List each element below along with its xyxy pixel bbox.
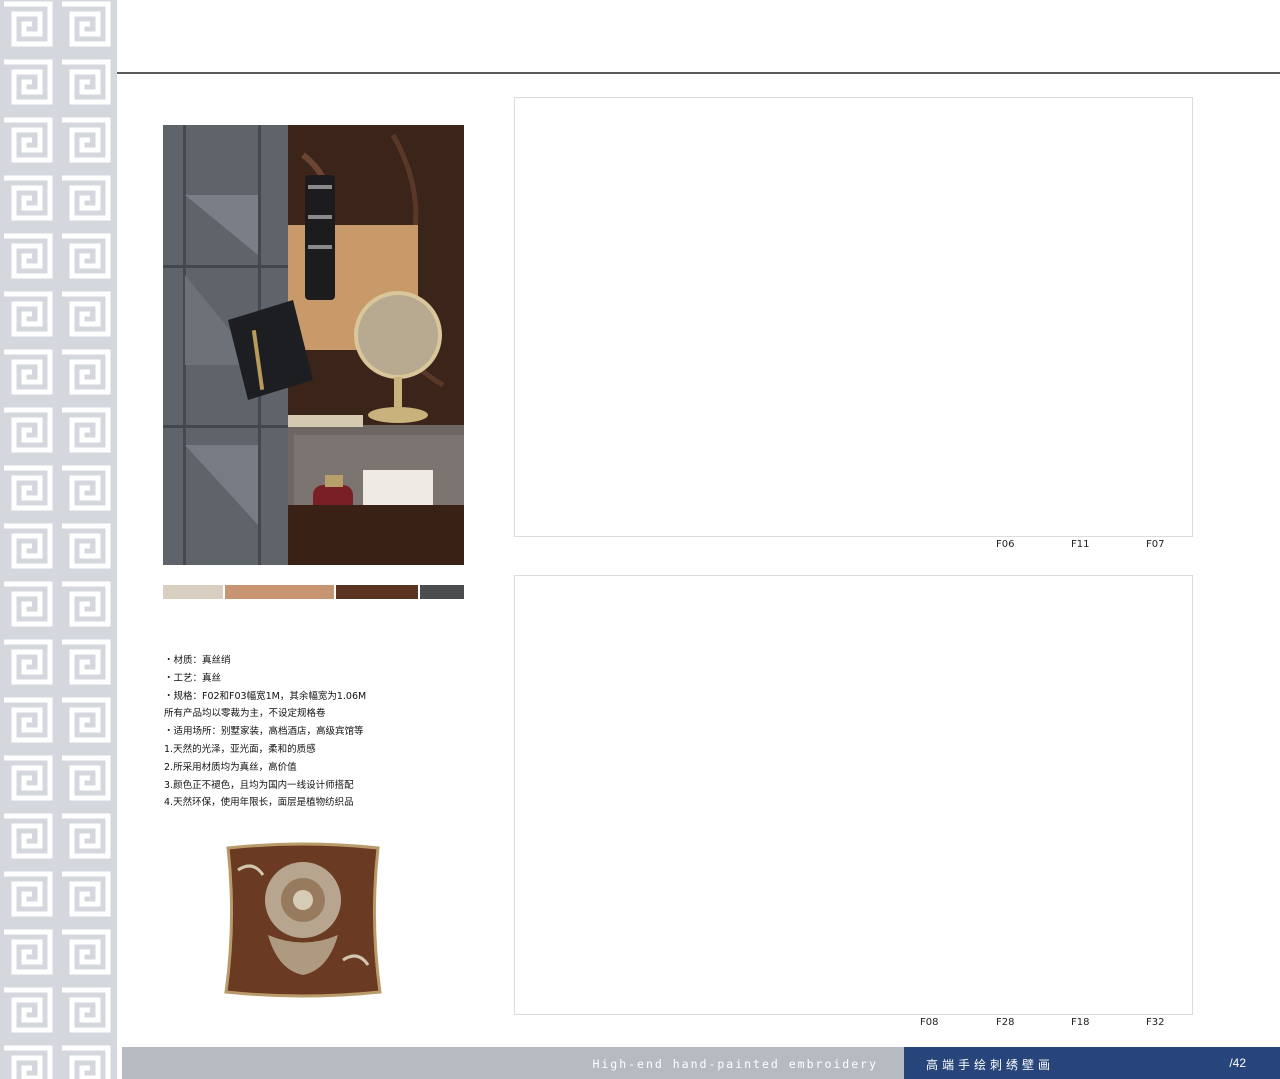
spec-feature-1: 1.天然的光泽，亚光面，柔和的质感 (164, 743, 316, 755)
spec-feature-3: 3.颜色正不褪色，且均为国内一线设计师搭配 (164, 779, 354, 791)
footer-grey-band: High-end hand-painted embroidery (122, 1047, 904, 1079)
spec-size-note: 所有产品均以零裁为主，不设定规格卷 (164, 708, 326, 720)
color-swatch (224, 585, 334, 599)
product-code: F08 (920, 1017, 939, 1028)
color-swatch (420, 585, 464, 599)
product-code: F32 (1146, 1017, 1165, 1028)
spec-venue: ・适用场所：别墅家装，高档酒店，高级宾馆等 (164, 726, 364, 738)
product-code: F28 (996, 1017, 1015, 1028)
color-swatch (163, 585, 223, 599)
product-code: F11 (1071, 539, 1090, 550)
top-divider (117, 72, 1280, 74)
product-code: F18 (1071, 1017, 1090, 1028)
fret-pattern-border (0, 0, 117, 1079)
footer-english-title: High-end hand-painted embroidery (592, 1057, 878, 1071)
spec-material: ・材质：真丝绡 (164, 655, 231, 666)
product-spec-list: ・材质：真丝绡 ・工艺：真丝 ・规格：F02和F03幅宽1M，其余幅宽为1.06… (164, 652, 464, 812)
product-panel-bottom (514, 575, 1193, 1015)
spec-feature-2: 2.所采用材质均为真丝，高价值 (164, 761, 297, 773)
spec-craft: ・工艺：真丝 (164, 672, 222, 684)
embroidered-pillow-image (218, 840, 388, 1000)
footer-chinese-title: 高端手绘刺绣壁画 (926, 1058, 1055, 1072)
product-code: F06 (996, 539, 1015, 550)
footer-blue-band: 高端手绘刺绣壁画 /42 (904, 1047, 1280, 1079)
product-panel-top (514, 97, 1193, 537)
spec-feature-4: 4.天然环保，使用年限长，面层是植物纺织品 (164, 797, 354, 809)
moodboard-photo (163, 125, 464, 565)
spec-size: ・规格：F02和F03幅宽1M，其余幅宽为1.06M (164, 690, 367, 702)
color-swatch (335, 585, 419, 599)
page-number: /42 (1229, 1056, 1246, 1070)
color-swatch-bar (163, 585, 464, 599)
product-code: F07 (1146, 539, 1165, 550)
